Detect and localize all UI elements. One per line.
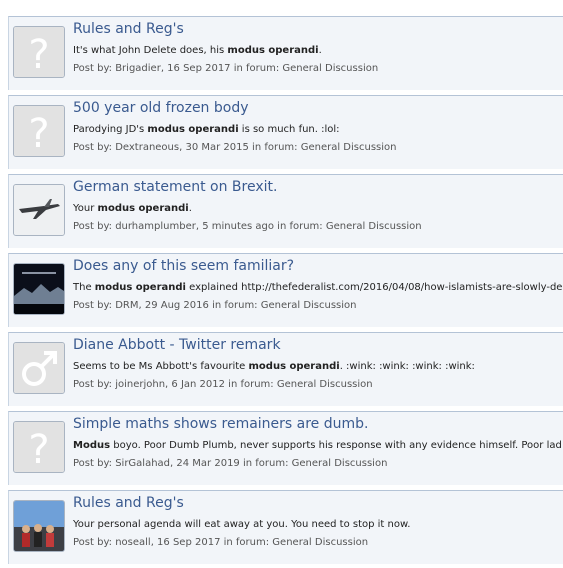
result-snippet: Seems to be Ms Abbott's favourite modus … (73, 361, 475, 372)
snippet-text: explained http://thefederalist.com/2016/… (185, 282, 563, 293)
post-date: , 16 Sep 2017 in forum: (160, 63, 283, 74)
svg-text:?: ? (28, 427, 49, 472)
post-date: , 5 minutes ago in forum: (195, 221, 326, 232)
snippet-text: is so much fun. :lol: (238, 124, 340, 135)
avatar[interactable]: ? (13, 26, 65, 78)
avatar[interactable]: ? (13, 105, 65, 157)
result-title-link[interactable]: Rules and Reg's (73, 495, 184, 511)
avatar[interactable]: ? (13, 421, 65, 473)
post-date: , 24 Mar 2019 in forum: (170, 458, 292, 469)
author-link[interactable]: DRM (115, 300, 138, 311)
snippet-text: Your (73, 203, 98, 214)
author-link[interactable]: Dextraneous (115, 142, 179, 153)
snippet-text: boyo. Poor Dumb Plumb, never supports hi… (110, 440, 563, 451)
group-photo-image (14, 501, 64, 551)
search-result-item: Diane Abbott - Twitter remark Seems to be… (8, 332, 563, 406)
meta-prefix: Post by: (73, 458, 116, 469)
result-title-link[interactable]: Diane Abbott - Twitter remark (73, 337, 281, 353)
result-snippet: Your personal agenda will eat away at yo… (73, 519, 410, 530)
search-result-item: Rules and Reg's Your personal agenda will… (8, 490, 563, 564)
avatar[interactable] (13, 184, 65, 236)
avatar[interactable] (13, 500, 65, 552)
question-mark-icon: ? (14, 27, 64, 77)
post-date: , 6 Jan 2012 in forum: (165, 379, 277, 390)
result-title-link[interactable]: Simple maths shows remainers are dumb. (73, 416, 368, 432)
result-meta: Post by: durhamplumber, 5 minutes ago in… (73, 221, 422, 232)
snippet-text: . (318, 45, 322, 56)
search-term-highlight: Modus (73, 440, 111, 451)
result-title-link[interactable]: Does any of this seem familiar? (73, 258, 294, 274)
forum-link[interactable]: General Discussion (292, 458, 388, 469)
snippet-text: . :wink: :wink: :wink: :wink: (339, 361, 475, 372)
meta-prefix: Post by: (73, 379, 116, 390)
meta-prefix: Post by: (73, 221, 116, 232)
author-link[interactable]: Brigadier (115, 63, 161, 74)
snippet-text: It's what John Delete does, his (73, 45, 228, 56)
result-snippet: The modus operandi explained http://thef… (73, 282, 562, 293)
search-term-highlight: modus operandi (147, 124, 239, 135)
result-title-link[interactable]: German statement on Brexit. (73, 179, 277, 195)
result-title-link[interactable]: 500 year old frozen body (73, 100, 249, 116)
meta-prefix: Post by: (73, 300, 116, 311)
post-date: , 30 Mar 2015 in forum: (179, 142, 301, 153)
author-link[interactable]: noseall (115, 537, 151, 548)
meta-prefix: Post by: (73, 63, 116, 74)
search-term-highlight: modus operandi (248, 361, 340, 372)
svg-text:?: ? (28, 111, 49, 156)
snippet-text: Your personal agenda will eat away at yo… (73, 519, 411, 530)
search-results-list: ? Rules and Reg's It's what John Delete do… (0, 0, 563, 568)
snippet-text: Seems to be Ms Abbott's favourite (73, 361, 249, 372)
author-link[interactable]: SirGalahad (115, 458, 170, 469)
result-meta: Post by: joinerjohn, 6 Jan 2012 in forum… (73, 379, 373, 390)
search-term-highlight: modus operandi (97, 203, 189, 214)
snippet-text: Parodying JD's (73, 124, 148, 135)
male-symbol-icon (14, 343, 64, 393)
forum-link[interactable]: General Discussion (326, 221, 422, 232)
author-link[interactable]: durhamplumber (115, 221, 196, 232)
forum-link[interactable]: General Discussion (301, 142, 397, 153)
result-snippet: Your modus operandi. (73, 203, 192, 214)
avatar[interactable] (13, 263, 65, 315)
forum-link[interactable]: General Discussion (277, 379, 373, 390)
result-snippet: Modus boyo. Poor Dumb Plumb, never suppo… (73, 440, 563, 451)
svg-text:?: ? (28, 32, 49, 77)
search-result-item: ? 500 year old frozen body Parodying JD's … (8, 95, 563, 169)
forum-link[interactable]: General Discussion (282, 63, 378, 74)
search-term-highlight: modus operandi (227, 45, 319, 56)
result-snippet: It's what John Delete does, his modus op… (73, 45, 322, 56)
question-mark-icon: ? (14, 422, 64, 472)
author-link[interactable]: joinerjohn (115, 379, 165, 390)
search-result-item: ? Rules and Reg's It's what John Delete do… (8, 16, 563, 90)
airplane-image (14, 185, 64, 235)
search-result-item: German statement on Brexit. Your modus op… (8, 174, 563, 248)
search-term-highlight: modus operandi (94, 282, 186, 293)
post-date: , 29 Aug 2016 in forum: (138, 300, 261, 311)
result-meta: Post by: Brigadier, 16 Sep 2017 in forum… (73, 63, 378, 74)
forum-link[interactable]: General Discussion (261, 300, 357, 311)
snippet-text: . (188, 203, 192, 214)
landscape-image (14, 264, 64, 314)
avatar[interactable] (13, 342, 65, 394)
result-meta: Post by: Dextraneous, 30 Mar 2015 in for… (73, 142, 397, 153)
result-snippet: Parodying JD's modus operandi is so much… (73, 124, 340, 135)
meta-prefix: Post by: (73, 142, 116, 153)
snippet-text: The (73, 282, 95, 293)
search-result-item: ? Simple maths shows remainers are dumb. M… (8, 411, 563, 485)
result-meta: Post by: DRM, 29 Aug 2016 in forum: Gene… (73, 300, 357, 311)
search-result-item: Does any of this seem familiar? The modus… (8, 253, 563, 327)
result-meta: Post by: noseall, 16 Sep 2017 in forum: … (73, 537, 368, 548)
result-title-link[interactable]: Rules and Reg's (73, 21, 184, 37)
question-mark-icon: ? (14, 106, 64, 156)
post-date: , 16 Sep 2017 in forum: (150, 537, 273, 548)
result-meta: Post by: SirGalahad, 24 Mar 2019 in foru… (73, 458, 387, 469)
meta-prefix: Post by: (73, 537, 116, 548)
forum-link[interactable]: General Discussion (272, 537, 368, 548)
